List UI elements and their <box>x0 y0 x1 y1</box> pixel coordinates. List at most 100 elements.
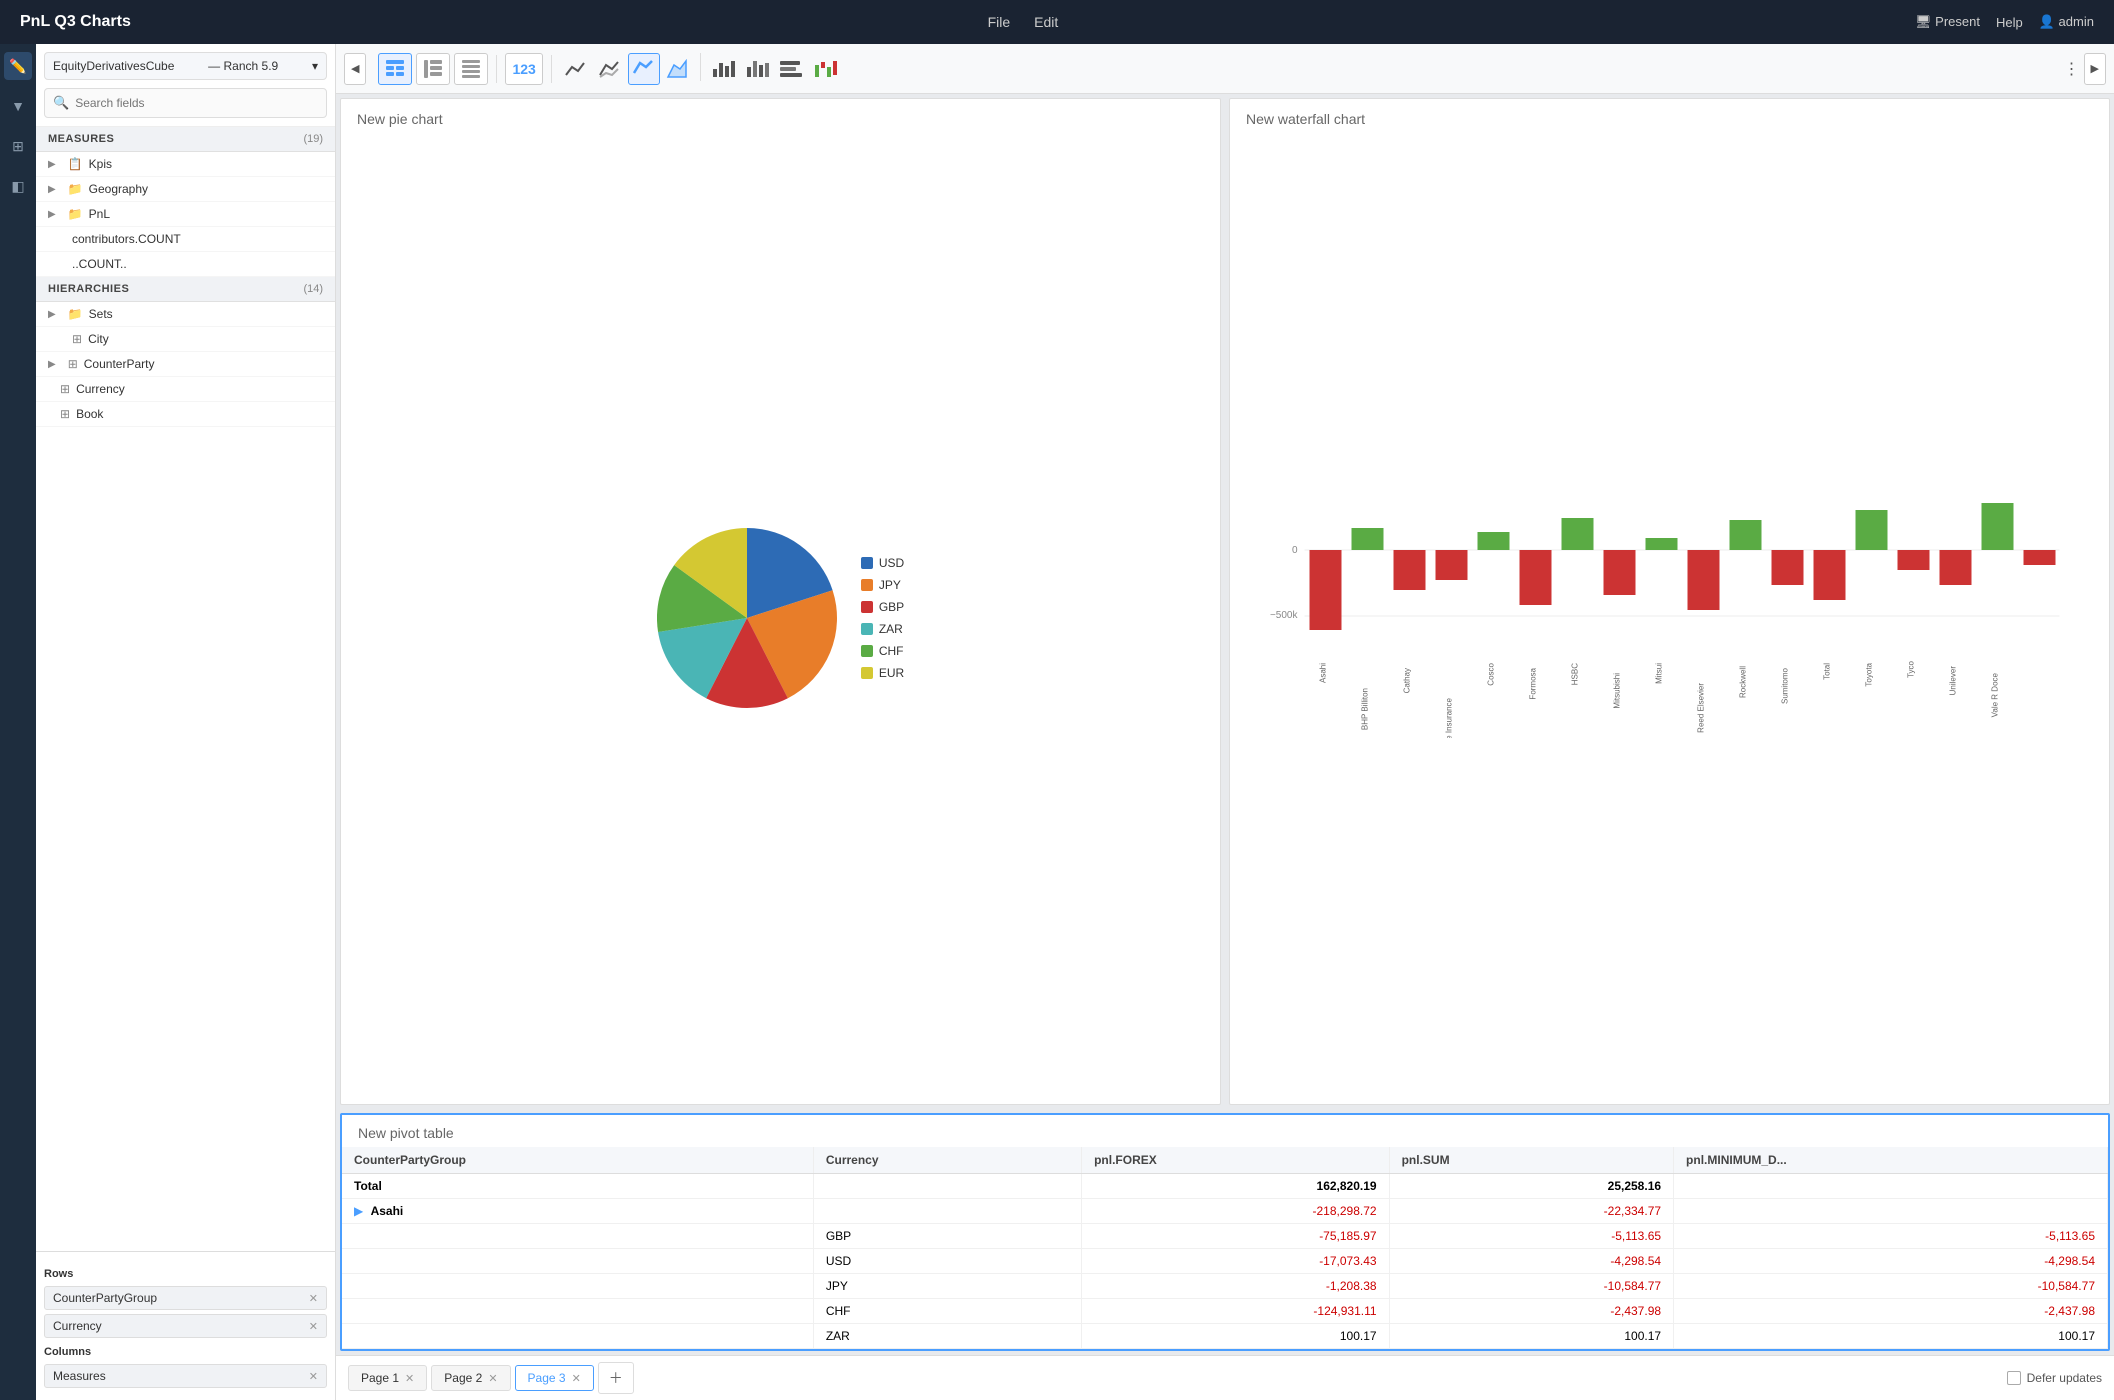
page-1-close[interactable]: ✕ <box>405 1372 414 1385</box>
hierarchies-section-header[interactable]: HIERARCHIES (14) <box>36 277 335 302</box>
field-geography[interactable]: ▶ 📁 Geography <box>36 177 335 202</box>
remove-row-currency[interactable]: ✕ <box>309 1320 318 1333</box>
pivot-total-row: Total 162,820.19 25,258.16 <box>342 1174 2108 1199</box>
page-3-close[interactable]: ✕ <box>572 1372 581 1385</box>
line-chart-2-button[interactable] <box>594 53 626 85</box>
defer-updates-checkbox[interactable] <box>2007 1371 2021 1385</box>
line-chart-3-button[interactable] <box>628 53 660 85</box>
svg-text:Asahi: Asahi <box>1319 662 1328 682</box>
number-format-button[interactable]: 123 <box>505 53 542 85</box>
measures-section-header[interactable]: MEASURES (19) <box>36 127 335 152</box>
zar-min: 100.17 <box>1674 1324 2108 1349</box>
expand-icon: ▶ <box>48 184 56 195</box>
total-label: Total <box>342 1174 813 1199</box>
line-chart-1-icon <box>564 59 588 79</box>
field-city[interactable]: ⊞ City <box>36 327 335 352</box>
expand-icon: ▶ <box>48 209 56 220</box>
field-book[interactable]: ⊞ Book <box>36 402 335 427</box>
line-chart-1-button[interactable] <box>560 53 592 85</box>
chf-counterparty <box>342 1299 813 1324</box>
total-min <box>1674 1174 2108 1199</box>
table-view2-button[interactable] <box>416 53 450 85</box>
nav-next-button[interactable]: ▶ <box>2084 53 2106 85</box>
asahi-expand-icon[interactable]: ▶ <box>354 1204 363 1218</box>
pivot-header-row: CounterPartyGroup Currency pnl.FOREX pnl… <box>342 1147 2108 1174</box>
fields-icon[interactable]: ⊞ <box>4 132 32 160</box>
page-3-tab[interactable]: Page 3 ✕ <box>515 1365 594 1391</box>
pivot-gbp-row: GBP -75,185.97 -5,113.65 -5,113.65 <box>342 1224 2108 1249</box>
field-kpis[interactable]: ▶ 📋 Kpis <box>36 152 335 177</box>
col-currency: Currency <box>813 1147 1081 1174</box>
page-1-tab[interactable]: Page 1 ✕ <box>348 1365 427 1391</box>
field-panel-top: EquityDerivativesCube — Ranch 5.9 ▾ 🔍 <box>36 44 335 127</box>
svg-text:Tyco: Tyco <box>1907 660 1916 677</box>
pivot-asahi-row[interactable]: ▶ Asahi -218,298.72 -22,334.77 <box>342 1199 2108 1224</box>
bar-chart-1-button[interactable] <box>707 53 739 85</box>
hierarchy-icon: ⊞ <box>72 332 82 346</box>
row-pill-counterpartygroup: CounterPartyGroup ✕ <box>44 1286 327 1310</box>
user-action[interactable]: 👤 admin <box>2039 14 2094 30</box>
more-button[interactable]: ⋮ <box>2064 59 2080 79</box>
field-pnl[interactable]: ▶ 📁 PnL <box>36 202 335 227</box>
bar-chart-2-icon <box>745 59 769 79</box>
legend-gbp: GBP <box>861 600 904 614</box>
hierarchy-icon: ⊞ <box>68 357 78 371</box>
jpy-min: -10,584.77 <box>1674 1274 2108 1299</box>
table-view-button[interactable] <box>378 53 412 85</box>
table3-icon <box>461 59 481 79</box>
present-action[interactable]: 🖥 Present <box>1915 14 1980 30</box>
nav-file[interactable]: File <box>988 14 1011 30</box>
zar-dot <box>861 623 873 635</box>
chf-dot <box>861 645 873 657</box>
add-page-button[interactable]: ＋ <box>598 1362 634 1394</box>
layers-icon[interactable]: ◧ <box>4 172 32 200</box>
svg-text:Unilever: Unilever <box>1949 665 1958 695</box>
remove-row-counterpartygroup[interactable]: ✕ <box>309 1292 318 1305</box>
help-action[interactable]: Help <box>1996 15 2023 30</box>
filter-icon[interactable]: ▼ <box>4 92 32 120</box>
page-2-tab[interactable]: Page 2 ✕ <box>431 1365 510 1391</box>
gbp-forex: -75,185.97 <box>1082 1224 1390 1249</box>
nav-edit[interactable]: Edit <box>1034 14 1058 30</box>
line-chart-4-button[interactable] <box>662 53 694 85</box>
field-sets[interactable]: ▶ 📁 Sets <box>36 302 335 327</box>
rows-label: Rows <box>44 1268 327 1280</box>
asahi-currency <box>813 1199 1081 1224</box>
topbar: PnL Q3 Charts File Edit 🖥 Present Help 👤… <box>0 0 2114 44</box>
chf-min: -2,437.98 <box>1674 1299 2108 1324</box>
content-area: ◀ 123 <box>336 44 2114 1400</box>
number-format-label: 123 <box>512 61 535 77</box>
charts-area: New pie chart <box>336 94 2114 1355</box>
field-currency[interactable]: ⊞ Currency <box>36 377 335 402</box>
pie-chart-content: USD JPY GBP <box>341 131 1220 1104</box>
field-counterparty[interactable]: ▶ ⊞ CounterParty <box>36 352 335 377</box>
pages-bar: Page 1 ✕ Page 2 ✕ Page 3 ✕ ＋ Defer updat… <box>336 1355 2114 1400</box>
search-input[interactable] <box>75 96 318 110</box>
field-count2[interactable]: ..COUNT.. <box>36 252 335 277</box>
table-view3-button[interactable] <box>454 53 488 85</box>
expand-icon: ▶ <box>48 359 56 370</box>
pivot-usd-row: USD -17,073.43 -4,298.54 -4,298.54 <box>342 1249 2108 1274</box>
svg-text:Formosa: Formosa <box>1529 667 1538 699</box>
waterfall-chart-button[interactable] <box>809 53 841 85</box>
nav-prev-button[interactable]: ◀ <box>344 53 366 85</box>
field-contributors-count[interactable]: contributors.COUNT <box>36 227 335 252</box>
edit-icon[interactable]: ✏️ <box>4 52 32 80</box>
total-forex: 162,820.19 <box>1082 1174 1390 1199</box>
toolbar-sep-3 <box>700 53 701 81</box>
total-currency <box>813 1174 1081 1199</box>
measures-title: MEASURES <box>48 133 114 145</box>
remove-col-measures[interactable]: ✕ <box>309 1370 318 1383</box>
hierarchy-icon: ⊞ <box>60 382 70 396</box>
line-chart-2-icon <box>598 59 622 79</box>
pivot-table-panel: New pivot table CounterPartyGroup Curren… <box>340 1113 2110 1351</box>
cube-selector[interactable]: EquityDerivativesCube — Ranch 5.9 ▾ <box>44 52 327 80</box>
col-counterpartygroup: CounterPartyGroup <box>342 1147 813 1174</box>
bar-chart-3-icon <box>779 59 803 79</box>
page-2-close[interactable]: ✕ <box>488 1372 497 1385</box>
bar-chart-3-button[interactable] <box>775 53 807 85</box>
chf-currency: CHF <box>813 1299 1081 1324</box>
measures-count: (19) <box>303 133 323 145</box>
zar-forex: 100.17 <box>1082 1324 1390 1349</box>
bar-chart-2-button[interactable] <box>741 53 773 85</box>
